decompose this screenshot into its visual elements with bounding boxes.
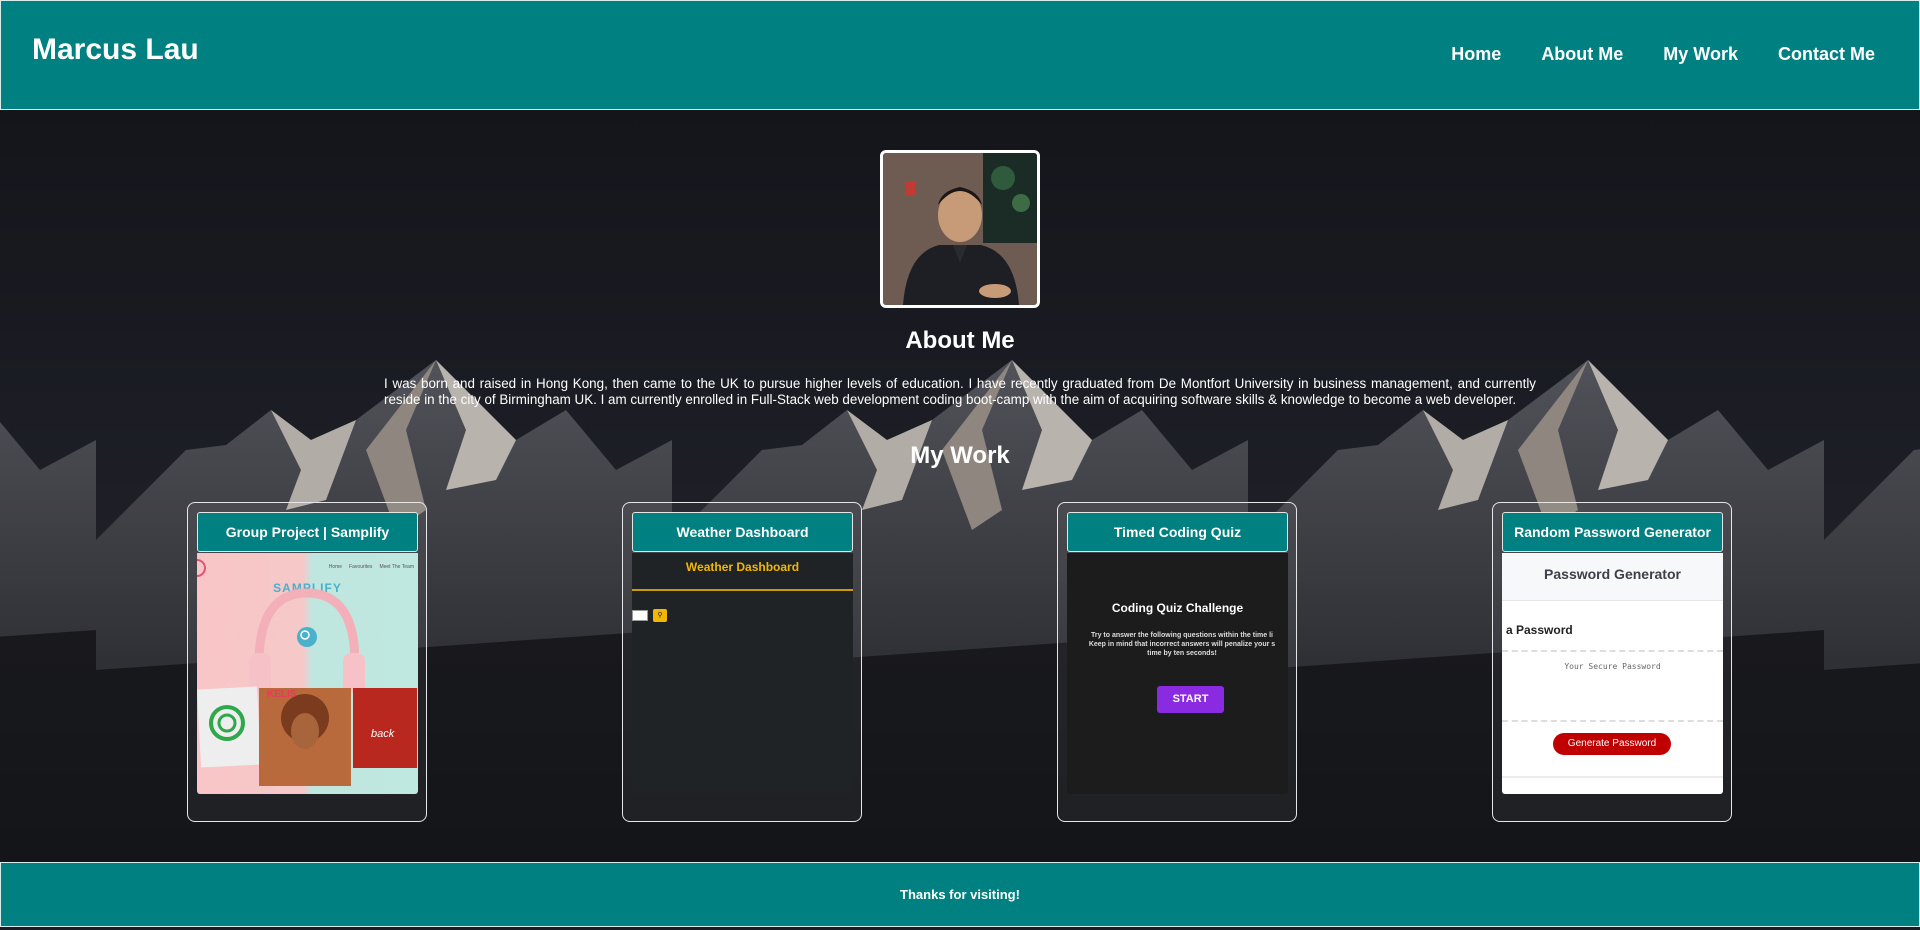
project-button-quiz[interactable]: Timed Coding Quiz xyxy=(1067,512,1288,552)
password-placeholder: Your Secure Password xyxy=(1564,662,1661,671)
brand-name[interactable]: Marcus Lau xyxy=(32,33,199,67)
quiz-line: Keep in mind that incorrect answers will… xyxy=(1088,641,1276,648)
site-header: Marcus Lau Home About Me My Work Contact… xyxy=(0,0,1920,110)
nav-about-me[interactable]: About Me xyxy=(1541,44,1623,65)
project-card-weather: Weather Dashboard Weather Dashboard ⚲ xyxy=(622,502,862,822)
project-screenshot-password[interactable]: Password Generator a Password Your Secur… xyxy=(1502,553,1723,794)
main-nav: Home About Me My Work Contact Me xyxy=(1451,44,1875,65)
nav-home[interactable]: Home xyxy=(1451,44,1501,65)
password-title: Password Generator xyxy=(1544,566,1681,582)
site-footer: Thanks for visiting! xyxy=(0,862,1920,927)
generate-password-button: Generate Password xyxy=(1553,733,1671,755)
project-button-samplify[interactable]: Group Project | Samplify xyxy=(197,512,418,552)
project-button-password[interactable]: Random Password Generator xyxy=(1502,512,1723,552)
weather-search-input xyxy=(632,610,648,621)
project-card-password: Random Password Generator Password Gener… xyxy=(1492,502,1732,822)
quiz-line: time by ten seconds! xyxy=(1147,650,1217,657)
divider xyxy=(1502,776,1723,778)
profile-photo xyxy=(880,150,1040,308)
project-screenshot-samplify[interactable]: Home Favourites Meet The Team SAMPLIFY K… xyxy=(197,553,418,794)
project-card-quiz: Timed Coding Quiz Coding Quiz Challenge … xyxy=(1057,502,1297,822)
password-output-box xyxy=(1502,650,1723,722)
password-label: a Password xyxy=(1506,623,1573,637)
nav-my-work[interactable]: My Work xyxy=(1663,44,1738,65)
work-heading: My Work xyxy=(910,442,1010,469)
samplify-album-title: KELIS xyxy=(267,689,297,700)
quiz-title: Coding Quiz Challenge xyxy=(1111,601,1244,615)
quiz-line: Try to answer the following questions wi… xyxy=(1090,632,1273,639)
samplify-art xyxy=(197,559,417,786)
project-button-weather[interactable]: Weather Dashboard xyxy=(632,512,853,552)
about-paragraph: I was born and raised in Hong Kong, then… xyxy=(384,376,1536,407)
divider xyxy=(632,589,853,591)
project-screenshot-quiz[interactable]: Coding Quiz Challenge Try to answer the … xyxy=(1067,553,1288,794)
about-heading: About Me xyxy=(905,327,1015,354)
quiz-start-button: START xyxy=(1157,686,1224,713)
weather-title: Weather Dashboard xyxy=(685,560,800,574)
project-card-samplify: Group Project | Samplify Home Favourites… xyxy=(187,502,427,822)
project-screenshot-weather[interactable]: Weather Dashboard ⚲ xyxy=(632,553,853,794)
quiz-instructions: Try to answer the following questions wi… xyxy=(1067,631,1288,658)
nav-contact-me[interactable]: Contact Me xyxy=(1778,44,1875,65)
footer-text: Thanks for visiting! xyxy=(900,887,1020,902)
samplify-album-label: back xyxy=(371,728,395,740)
search-icon: ⚲ xyxy=(653,609,667,622)
